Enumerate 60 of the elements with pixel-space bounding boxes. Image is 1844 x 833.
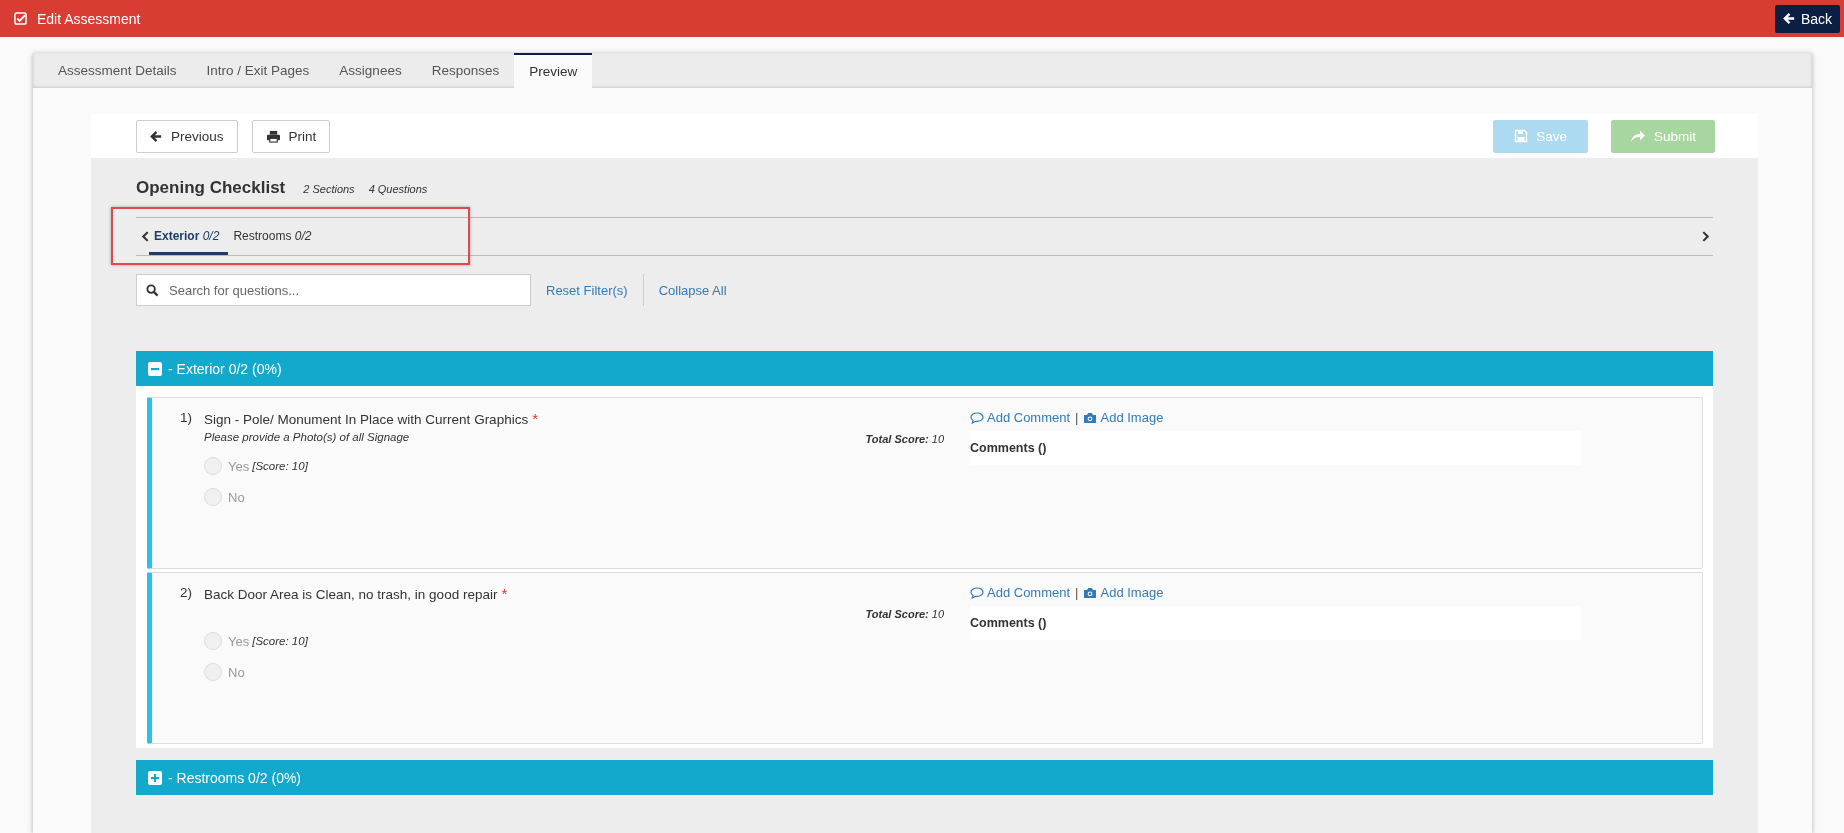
camera-icon (1083, 586, 1098, 599)
radio-button[interactable] (204, 488, 222, 506)
filter-link[interactable]: Reset Filter(s) (531, 282, 643, 298)
option-label: No (228, 664, 245, 680)
question-number: 2) (179, 585, 193, 602)
tab[interactable]: Assessment Details (43, 54, 192, 88)
search-field[interactable]: Search for questions... (136, 274, 531, 306)
camera-icon (1083, 411, 1098, 424)
radio-button[interactable] (204, 457, 222, 475)
checklist-title: Opening Checklist (136, 178, 286, 198)
comments-label: Comments () (970, 441, 1047, 455)
option-label: Yes (228, 633, 250, 649)
total-score: Total Score: 10 (865, 608, 944, 620)
option-label: Yes (228, 458, 250, 474)
previous-button[interactable]: Previous (136, 119, 238, 153)
tab[interactable]: Responses (416, 54, 515, 88)
section-title: - Restrooms 0/2 (0%) (168, 769, 302, 786)
radio-button[interactable] (204, 663, 222, 681)
question-count: 4 Questions (368, 183, 428, 195)
speech-bubble-icon (970, 586, 984, 599)
link-separator: | (1075, 410, 1079, 425)
add-image-link[interactable]: Add Image (1083, 585, 1164, 600)
search-icon (146, 284, 159, 297)
page-title: Edit Assessment (37, 10, 141, 27)
speech-bubble-icon (970, 411, 984, 424)
required-mark: * (532, 410, 538, 427)
question-number: 1) (179, 410, 193, 427)
add-comment-link[interactable]: Add Comment (970, 585, 1071, 600)
section-title: - Exterior 0/2 (0%) (168, 360, 282, 377)
section-count: 2 Sections (303, 183, 355, 195)
link-separator: | (1075, 585, 1079, 600)
option-label: No (228, 489, 245, 505)
section-tab[interactable]: Exterior 0/2 (149, 218, 229, 255)
back-button[interactable]: Back (1774, 4, 1840, 33)
print-button[interactable]: Print (251, 119, 331, 153)
tab[interactable]: Assignees (324, 54, 417, 88)
tab[interactable]: Preview (514, 53, 593, 88)
collapse-icon (148, 361, 162, 376)
checkbox-icon (14, 12, 27, 25)
arrow-left-icon (150, 129, 163, 143)
chevron-right-icon (1702, 231, 1709, 242)
question-text: Sign - Pole/ Monument In Place with Current Graphics (204, 412, 529, 427)
required-mark: * (501, 585, 508, 602)
section-tab[interactable]: Restrooms 0/2 (228, 218, 321, 255)
add-comment-link[interactable]: Add Comment (970, 410, 1071, 425)
tab[interactable]: Intro / Exit Pages (191, 54, 325, 88)
option-score: [Score: 10] (252, 635, 308, 647)
chevron-left-icon (142, 231, 149, 242)
add-image-link[interactable]: Add Image (1083, 410, 1164, 425)
question-text: Back Door Area is Clean, no trash, in good repair (204, 587, 498, 602)
printer-icon (265, 129, 281, 143)
question-hint: Please provide a Photo(s) of all Signage (204, 431, 410, 443)
radio-button[interactable] (204, 632, 222, 650)
option-score: [Score: 10] (252, 460, 308, 472)
comments-label: Comments () (970, 616, 1047, 630)
share-arrow-icon (1629, 129, 1646, 143)
total-score: Total Score: 10 (865, 433, 944, 445)
expand-icon (148, 770, 162, 785)
filter-link[interactable]: Collapse All (643, 282, 742, 298)
arrow-left-icon (1782, 12, 1796, 25)
